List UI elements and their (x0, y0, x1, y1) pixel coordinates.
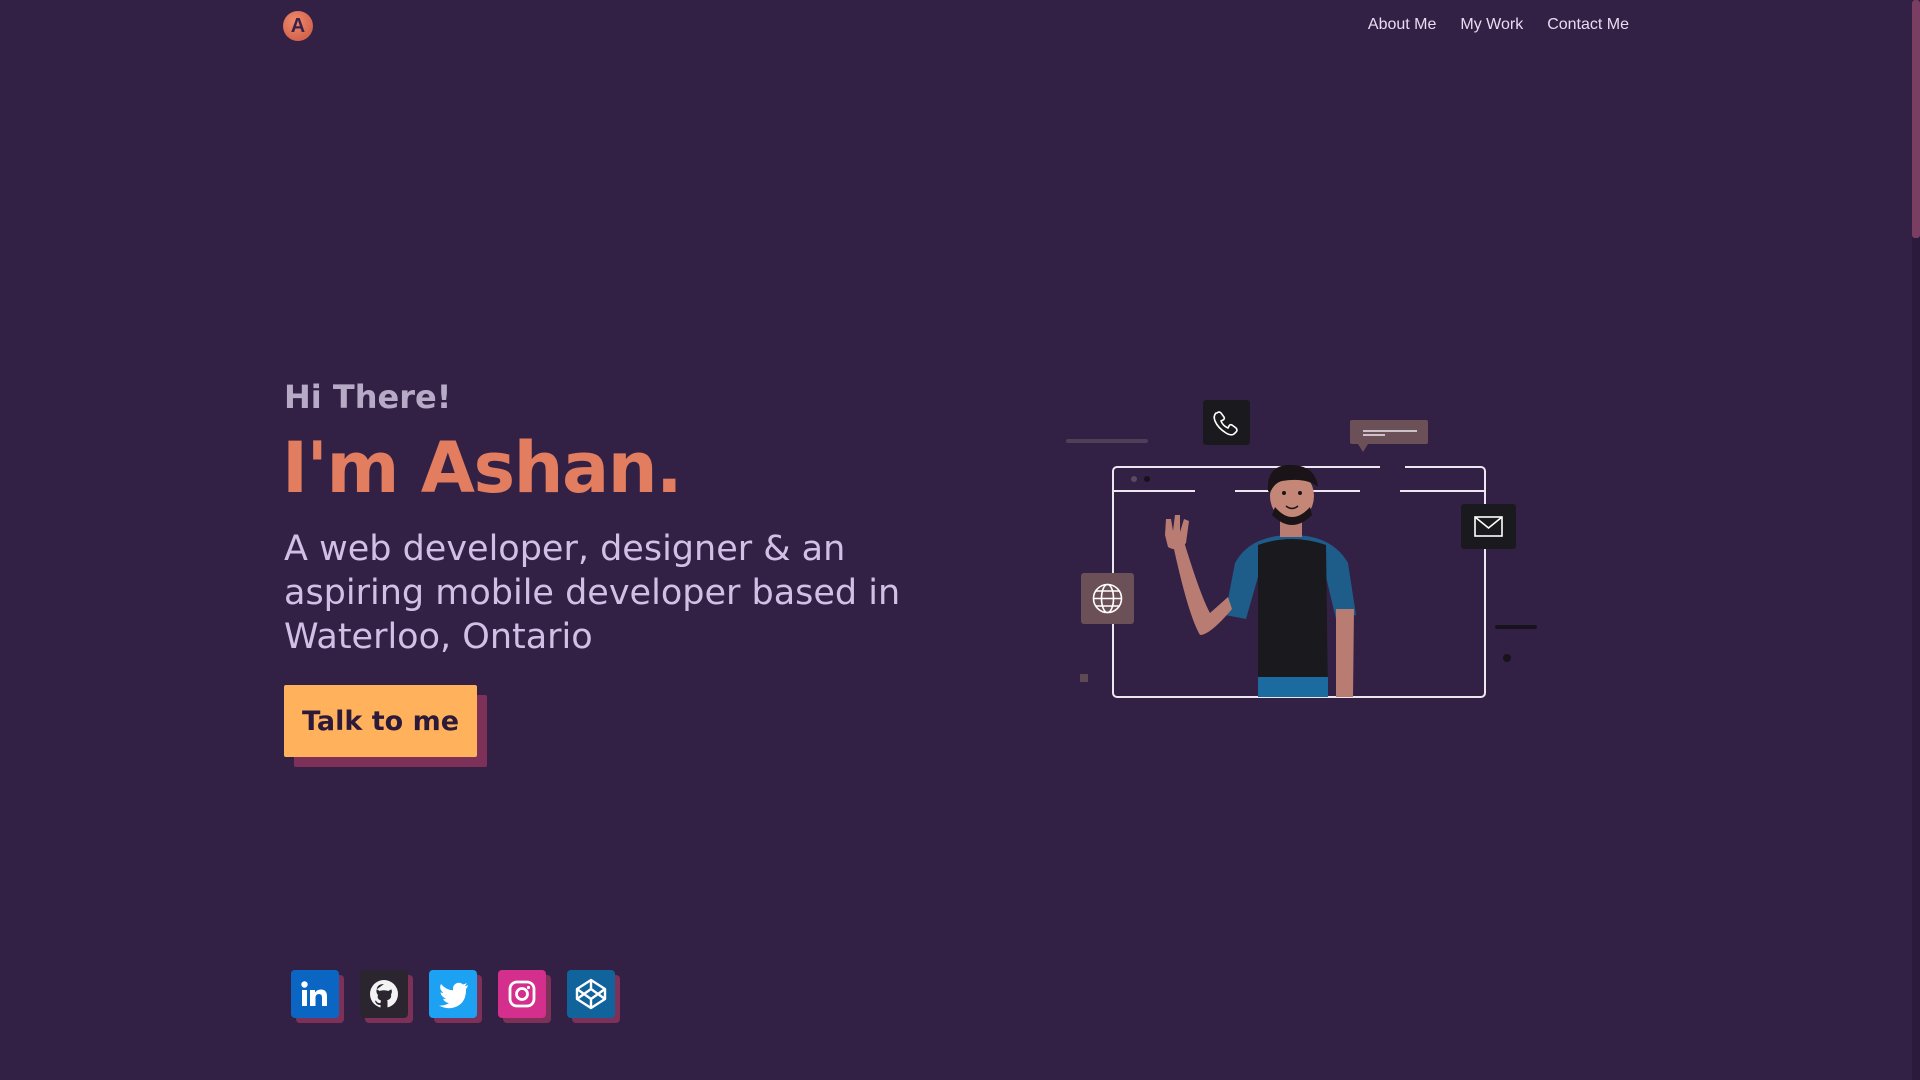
twitter-icon (429, 970, 477, 1018)
codepen-link[interactable] (567, 970, 620, 1023)
mail-icon (1461, 504, 1516, 549)
page-scrollbar[interactable] (1912, 0, 1920, 1080)
github-link[interactable] (360, 970, 413, 1023)
chat-bubble-icon (1350, 420, 1428, 452)
phone-icon (1203, 400, 1250, 445)
cta-wrapper: Talk to me (284, 685, 487, 767)
logo[interactable]: A (283, 11, 313, 41)
decor-bar (1066, 439, 1148, 443)
hero-greeting: Hi There! (284, 378, 452, 416)
nav-my-work[interactable]: My Work (1460, 12, 1523, 38)
main-nav: About Me My Work Contact Me (1368, 12, 1629, 38)
hero-name: I'm Ashan. (282, 427, 683, 509)
linkedin-icon (291, 970, 339, 1018)
hero-illustration (1066, 400, 1537, 698)
scrollbar-thumb[interactable] (1912, 0, 1920, 238)
github-icon (360, 970, 408, 1018)
decor-dot (1080, 674, 1088, 682)
instagram-icon (498, 970, 546, 1018)
social-links (291, 970, 620, 1023)
hero-tagline: A web developer, designer & an aspiring … (284, 529, 901, 657)
twitter-link[interactable] (429, 970, 482, 1023)
linkedin-link[interactable] (291, 970, 344, 1023)
instagram-link[interactable] (498, 970, 551, 1023)
codepen-icon (567, 970, 615, 1018)
nav-contact-me[interactable]: Contact Me (1547, 12, 1629, 38)
waving-person (1165, 464, 1356, 697)
decor-dot (1503, 654, 1511, 662)
talk-to-me-button[interactable]: Talk to me (284, 685, 477, 757)
page: A About Me My Work Contact Me Hi There! … (0, 0, 1920, 1080)
nav-about-me[interactable]: About Me (1368, 12, 1436, 38)
decor-bar (1495, 625, 1537, 629)
globe-icon (1081, 573, 1134, 624)
